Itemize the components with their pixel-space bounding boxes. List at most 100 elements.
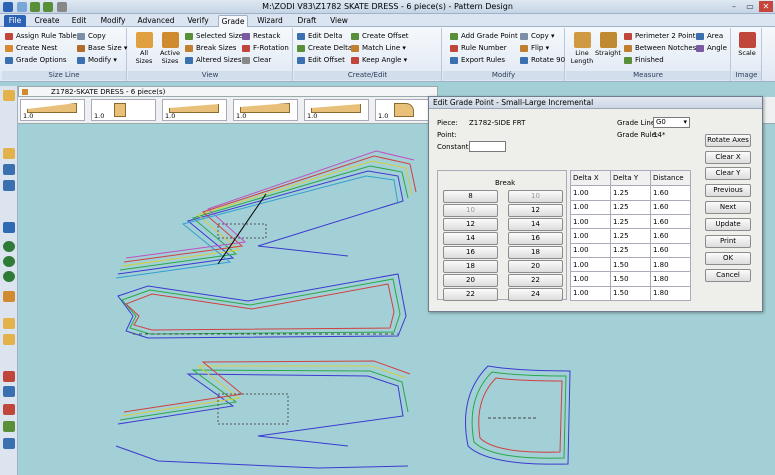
rotate-axes-button[interactable]: Rotate Axes	[705, 134, 751, 147]
tab-verify[interactable]: Verify	[184, 15, 212, 27]
piece-thumbnail[interactable]: 1.0	[233, 99, 298, 121]
piece-thumbnail[interactable]: 1.0	[162, 99, 227, 121]
base-size-button[interactable]: Base Size ▾	[76, 43, 127, 54]
clear-button[interactable]: Clear	[241, 55, 271, 66]
open-icon[interactable]	[3, 90, 15, 101]
copy-rule-button[interactable]: Copy ▾	[519, 31, 555, 42]
tab-grade[interactable]: Grade	[218, 15, 248, 27]
distance-cell[interactable]: 1.80	[650, 271, 691, 287]
grade-line-select[interactable]: G0 ▾	[653, 117, 690, 128]
delta-x-cell[interactable]: 1.00	[570, 213, 611, 230]
clear-y-button[interactable]: Clear Y	[705, 167, 751, 180]
tab-create[interactable]: Create	[34, 15, 60, 27]
delta-x-cell[interactable]: 1.00	[570, 285, 611, 302]
delta-y-cell[interactable]: 1.25	[610, 199, 651, 216]
altered-sizes-button[interactable]: Altered Sizes	[184, 55, 242, 66]
keep-angle-button[interactable]: Keep Angle ▾	[350, 55, 407, 66]
line-tool-icon[interactable]	[3, 334, 15, 345]
distance-cell[interactable]: 1.80	[650, 285, 691, 302]
update-button[interactable]: Update	[705, 218, 751, 231]
delta-y-cell[interactable]: 1.25	[610, 242, 651, 258]
pattern-piece-middle[interactable]	[117, 273, 407, 339]
tab-edit[interactable]: Edit	[68, 15, 90, 27]
maximize-button[interactable]: ▭	[743, 1, 757, 12]
break-from-button[interactable]: 12	[443, 218, 498, 231]
rule-number-button[interactable]: Rule Number	[449, 43, 507, 54]
match-line-button[interactable]: Match Line ▾	[350, 43, 406, 54]
break-to-button[interactable]: 16	[508, 232, 563, 245]
finished-button[interactable]: Finished	[623, 55, 664, 66]
move-tool-icon[interactable]	[3, 386, 15, 397]
break-from-button[interactable]: 14	[443, 232, 498, 245]
area-button[interactable]: Area	[695, 31, 723, 42]
straight-button[interactable]: Straight	[595, 32, 621, 57]
next-button[interactable]: Next	[705, 201, 751, 214]
zoom-out-icon[interactable]	[3, 256, 15, 267]
create-nest-button[interactable]: Create Nest	[4, 43, 57, 54]
cut-tool-icon[interactable]	[3, 371, 15, 382]
between-notches-button[interactable]: Between Notches	[623, 43, 696, 54]
break-to-button[interactable]: 18	[508, 246, 563, 259]
piece-thumbnail[interactable]: 1.0	[304, 99, 369, 121]
piece-tool-icon[interactable]	[3, 291, 15, 302]
minimize-button[interactable]: –	[727, 1, 741, 12]
delta-x-cell[interactable]: 1.00	[570, 256, 611, 273]
delta-x-cell[interactable]: 1.00	[570, 199, 611, 216]
tab-modify[interactable]: Modify	[98, 15, 128, 27]
edit-delta-button[interactable]: Edit Delta	[296, 31, 342, 42]
break-from-button[interactable]: 22	[443, 288, 498, 301]
delete-tool-icon[interactable]	[3, 404, 15, 415]
export-rules-button[interactable]: Export Rules	[449, 55, 505, 66]
undo-icon[interactable]	[3, 222, 15, 233]
create-delta-button[interactable]: Create Delta	[296, 43, 352, 54]
save-icon[interactable]	[3, 164, 15, 175]
break-from-button[interactable]: 18	[443, 260, 498, 273]
distance-cell[interactable]: 1.60	[650, 213, 691, 230]
distance-cell[interactable]: 1.60	[650, 228, 691, 244]
save-as-icon[interactable]	[3, 180, 15, 191]
selected-sizes-button[interactable]: Selected Sizes	[184, 31, 247, 42]
copy-button[interactable]: Copy	[76, 31, 106, 42]
break-from-button[interactable]: 20	[443, 274, 498, 287]
tab-wizard[interactable]: Wizard	[254, 15, 286, 27]
flip-button[interactable]: Flip ▾	[519, 43, 549, 54]
ok-button[interactable]: OK	[705, 252, 751, 265]
tab-advanced[interactable]: Advanced	[136, 15, 176, 27]
rotate-90-button[interactable]: Rotate 90	[519, 55, 565, 66]
break-to-button[interactable]: 20	[508, 260, 563, 273]
break-to-button[interactable]: 22	[508, 274, 563, 287]
break-to-button[interactable]: 10	[508, 190, 563, 203]
break-to-button[interactable]: 14	[508, 218, 563, 231]
break-sizes-button[interactable]: Break Sizes	[184, 43, 236, 54]
tab-view[interactable]: View	[326, 15, 352, 27]
print-button[interactable]: Print	[705, 235, 751, 248]
grade-options-button[interactable]: Grade Options	[4, 55, 67, 66]
break-from-button[interactable]: 10	[443, 204, 498, 217]
pattern-piece-upper[interactable]	[115, 150, 417, 279]
delta-y-cell[interactable]: 1.25	[610, 213, 651, 230]
distance-cell[interactable]: 1.60	[650, 242, 691, 258]
break-to-button[interactable]: 24	[508, 288, 563, 301]
delta-x-cell[interactable]: 1.00	[570, 271, 611, 287]
create-offset-button[interactable]: Create Offset	[350, 31, 409, 42]
add-grade-point-button[interactable]: Add Grade Point	[449, 31, 518, 42]
close-button[interactable]: ✕	[759, 1, 773, 12]
pattern-piece-sleeve[interactable]	[465, 365, 571, 465]
piece-thumbnail[interactable]: 1.0	[91, 99, 156, 121]
angle-button[interactable]: Angle	[695, 43, 727, 54]
distance-cell[interactable]: 1.80	[650, 256, 691, 273]
delta-y-cell[interactable]: 1.25	[610, 228, 651, 244]
edit-offset-button[interactable]: Edit Offset	[296, 55, 345, 66]
point-tool-icon[interactable]	[3, 318, 15, 329]
delta-x-cell[interactable]: 1.00	[570, 242, 611, 258]
assign-rule-table-button[interactable]: Assign Rule Table	[4, 31, 77, 42]
break-from-button[interactable]: 8	[443, 190, 498, 203]
f-rotation-button[interactable]: F-Rotation	[241, 43, 289, 54]
delta-y-cell[interactable]: 1.50	[610, 271, 651, 287]
perimeter-2-points-button[interactable]: Perimeter 2 Points	[623, 31, 699, 42]
clear-x-button[interactable]: Clear X	[705, 151, 751, 164]
pattern-piece-lower[interactable]	[115, 360, 411, 469]
measure-tool-icon[interactable]	[3, 438, 15, 449]
restack-button[interactable]: Restack	[241, 31, 280, 42]
all-sizes-button[interactable]: All Sizes	[131, 32, 157, 65]
